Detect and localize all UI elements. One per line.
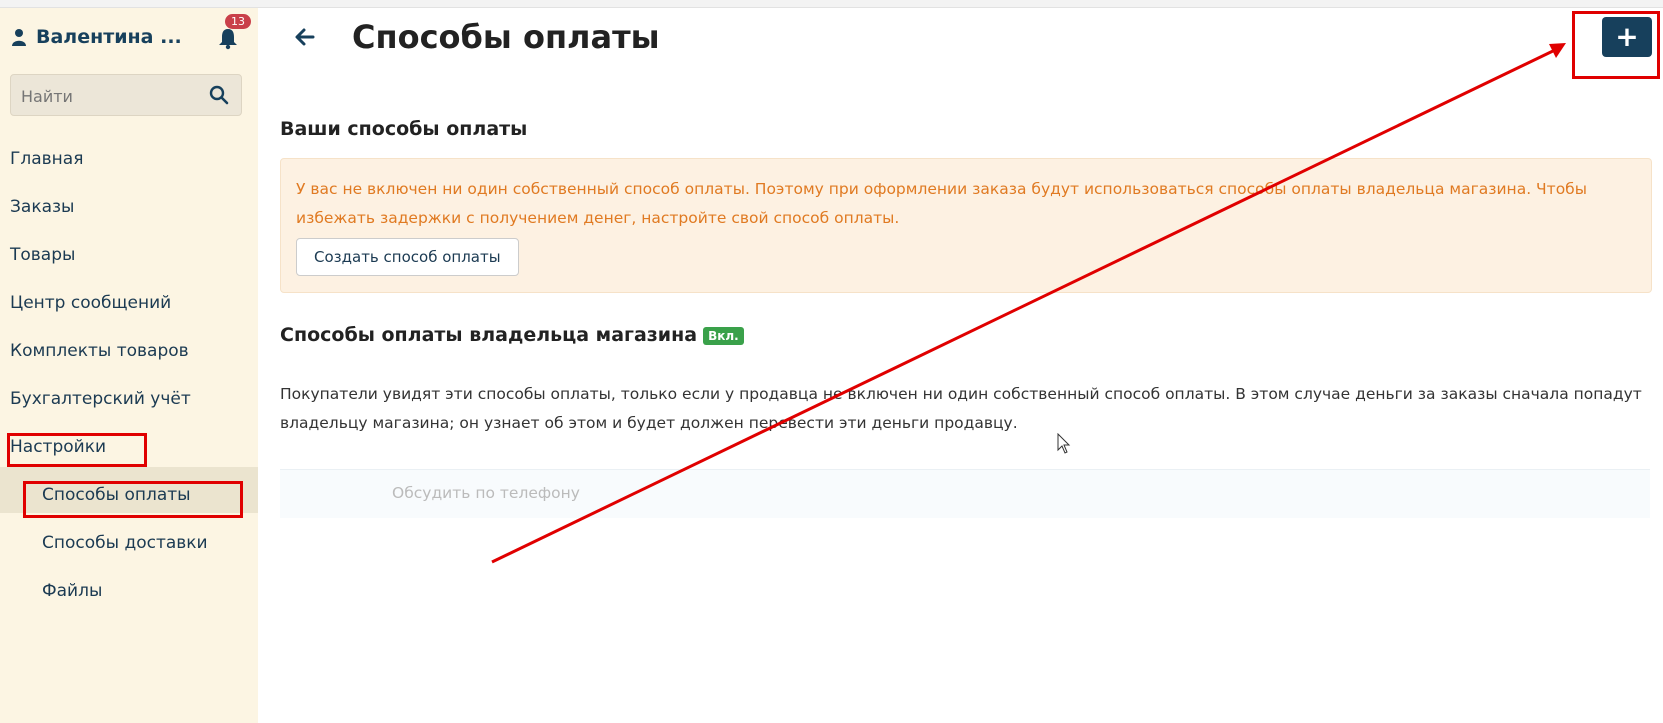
enabled-badge: Вкл. <box>703 326 744 345</box>
browser-top-edge <box>0 0 1663 8</box>
payment-method-name: Обсудить по телефону <box>392 484 580 502</box>
sidebar-item-messages[interactable]: Центр сообщений <box>10 293 171 313</box>
own-methods-heading: Ваши способы оплаты <box>280 118 528 140</box>
sidebar-subitem-files[interactable]: Файлы <box>42 581 102 601</box>
create-payment-method-button[interactable]: Создать способ оплаты <box>296 238 519 276</box>
highlight-box-payment-methods <box>23 481 243 518</box>
page-title: Способы оплаты <box>352 18 660 56</box>
search-input[interactable] <box>19 83 203 109</box>
owner-methods-heading-text: Способы оплаты владельца магазина <box>280 324 698 346</box>
user-icon <box>12 29 26 46</box>
sidebar-item-accounting[interactable]: Бухгалтерский учёт <box>10 389 191 409</box>
search-box <box>10 74 242 116</box>
sidebar: Валентина ... 13 Главная Заказы Товары Ц… <box>0 8 258 723</box>
sidebar-item-products[interactable]: Товары <box>10 245 75 265</box>
sidebar-item-orders[interactable]: Заказы <box>10 197 74 217</box>
warning-alert: У вас не включен ни один собственный спо… <box>280 158 1652 293</box>
payment-method-row[interactable]: Обсудить по телефону <box>280 469 1650 518</box>
mouse-cursor-icon <box>1057 433 1071 454</box>
alert-message: У вас не включен ни один собственный спо… <box>296 180 1587 227</box>
owner-methods-description: Покупатели увидят эти способы оплаты, то… <box>280 385 1642 432</box>
highlight-box-add-button <box>1572 11 1660 79</box>
user-name: Валентина ... <box>36 26 182 48</box>
user-menu[interactable]: Валентина ... <box>12 26 182 48</box>
sidebar-item-home[interactable]: Главная <box>10 149 83 169</box>
back-arrow-icon[interactable] <box>294 26 316 48</box>
notification-badge: 13 <box>225 14 251 29</box>
owner-methods-heading: Способы оплаты владельца магазина Вкл. <box>280 324 744 346</box>
sidebar-item-bundles[interactable]: Комплекты товаров <box>10 341 189 361</box>
sidebar-subitem-delivery-methods[interactable]: Способы доставки <box>42 533 208 553</box>
search-icon[interactable] <box>209 85 229 105</box>
highlight-box-settings <box>7 433 147 467</box>
bell-icon[interactable] <box>216 26 240 50</box>
